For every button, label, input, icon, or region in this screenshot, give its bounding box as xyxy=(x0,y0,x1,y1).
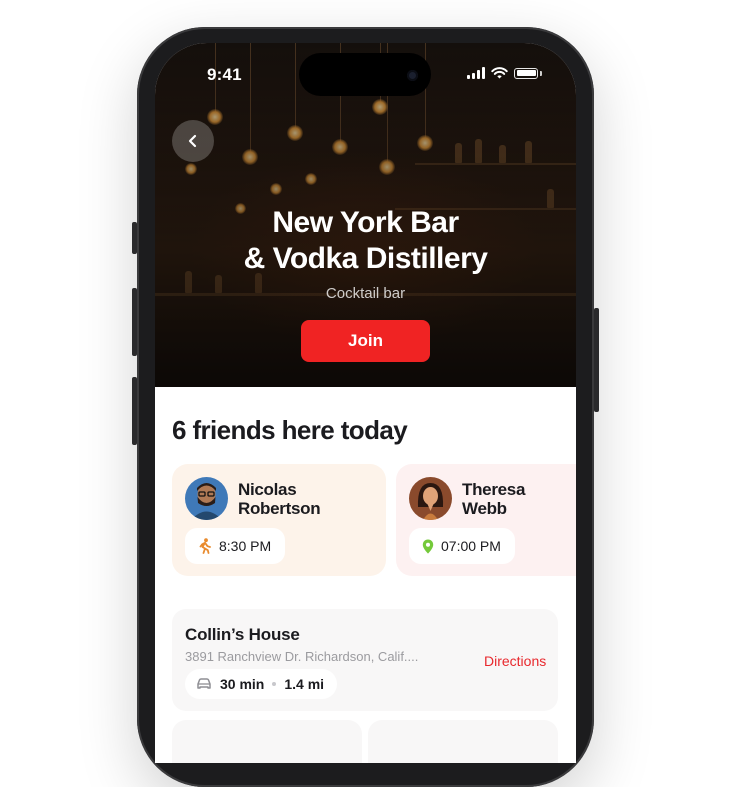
arrival-time: 8:30 PM xyxy=(219,538,272,554)
phone-screen: 9:41 New York Bar & Vodka Distillery Coc… xyxy=(155,43,576,763)
travel-info-pill: 30 min 1.4 mi xyxy=(185,669,338,699)
friend-card[interactable]: Theresa Webb 07:00 PM xyxy=(396,464,576,576)
friend-last-name: Robertson xyxy=(238,499,321,518)
side-button-volume-down xyxy=(132,377,137,445)
cellular-signal-icon xyxy=(467,67,485,79)
place-address: 3891 Ranchview Dr. Richardson, Calif.... xyxy=(185,649,419,664)
car-icon xyxy=(197,678,211,689)
location-pin-icon xyxy=(422,539,434,553)
friend-name: Nicolas Robertson xyxy=(238,480,378,518)
avatar xyxy=(409,477,452,520)
next-place-card-peek[interactable] xyxy=(368,720,558,763)
walking-icon xyxy=(199,538,211,554)
friends-heading: 6 friends here today xyxy=(172,415,408,445)
friend-name: Theresa Webb xyxy=(462,480,576,518)
directions-link[interactable]: Directions xyxy=(484,653,546,669)
avatar xyxy=(185,477,228,520)
separator-dot xyxy=(272,682,277,686)
back-button[interactable] xyxy=(172,120,214,162)
wifi-icon xyxy=(491,67,508,79)
front-camera xyxy=(407,70,418,81)
venue-category: Cocktail bar xyxy=(325,285,406,302)
place-card[interactable]: Collin’s House 3891 Ranchview Dr. Richar… xyxy=(172,609,558,711)
travel-duration: 30 min xyxy=(220,676,265,692)
status-time: 9:41 xyxy=(207,65,242,84)
place-name: Collin’s House xyxy=(185,625,300,644)
travel-distance: 1.4 mi xyxy=(284,676,325,692)
venue-hero-image: 9:41 New York Bar & Vodka Distillery Coc… xyxy=(155,43,576,387)
arrival-time-pill: 07:00 PM xyxy=(409,528,515,564)
next-place-card-peek[interactable] xyxy=(172,720,362,763)
venue-title-line-2: & Vodka Distillery xyxy=(243,242,488,275)
friend-first-name: Nicolas xyxy=(238,480,297,499)
side-button-volume-up xyxy=(132,288,137,356)
arrival-time-pill: 8:30 PM xyxy=(185,528,286,564)
friend-first-name: Theresa xyxy=(462,480,526,499)
arrival-time: 07:00 PM xyxy=(441,538,501,554)
friend-card[interactable]: Nicolas Robertson 8:30 PM xyxy=(172,464,386,576)
venue-title-line-1: New York Bar xyxy=(272,206,459,239)
battery-tip xyxy=(540,70,542,76)
battery-icon xyxy=(514,67,538,79)
side-button-silent xyxy=(132,222,137,254)
status-icons xyxy=(467,67,542,79)
chevron-left-icon xyxy=(188,134,197,148)
join-button[interactable]: Join xyxy=(301,320,430,362)
side-button-power xyxy=(594,308,599,412)
friend-last-name: Webb xyxy=(462,499,507,518)
